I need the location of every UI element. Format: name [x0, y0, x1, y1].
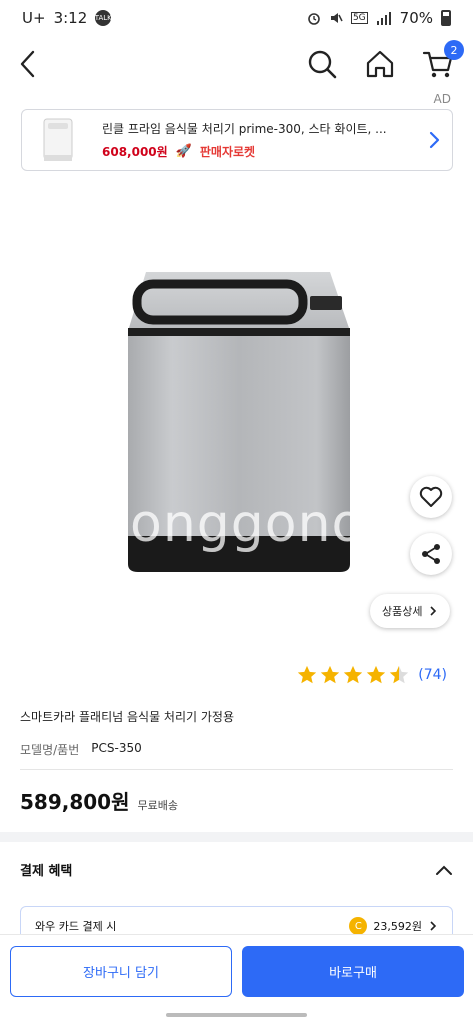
battery-percent: 70% — [399, 9, 433, 27]
section-separator — [0, 832, 473, 842]
chevron-right-icon — [429, 131, 440, 149]
cashback-coin-icon: C — [349, 917, 368, 935]
rocket-icon: 🚀 — [175, 144, 192, 159]
star-rating — [296, 664, 410, 686]
buy-now-button[interactable]: 바로구매 — [242, 946, 464, 997]
payment-benefit-title: 결제 혜택 — [20, 864, 73, 879]
add-to-cart-button[interactable]: 장바구니 담기 — [10, 946, 232, 997]
status-bar: U+ 3:12 TALK 5G 70% — [0, 0, 473, 36]
share-button[interactable] — [410, 533, 452, 575]
home-button[interactable] — [360, 44, 400, 84]
product-detail-label: 상품상세 — [382, 605, 423, 618]
status-left: U+ 3:12 TALK — [22, 9, 112, 27]
price-row: 589,800원 무료배송 — [20, 786, 178, 815]
battery-icon — [441, 10, 451, 26]
review-count[interactable]: (74) — [418, 667, 447, 683]
card-benefit-value-group: C 23,592원 — [349, 917, 438, 935]
card-benefit-value: 23,592원 — [373, 920, 422, 933]
cart-count-badge: 2 — [444, 40, 464, 60]
product-detail-button[interactable]: 상품상세 — [370, 594, 451, 628]
signal-icon — [376, 12, 391, 25]
share-icon — [422, 544, 440, 564]
product-price: 589,800원 — [20, 790, 130, 814]
ad-product-thumbnail — [30, 112, 86, 168]
chevron-up-icon[interactable] — [435, 864, 453, 876]
back-button[interactable] — [8, 44, 48, 84]
seller-rocket-label: 판매자로켓 — [199, 145, 256, 159]
talk-badge: TALK — [95, 10, 112, 26]
home-icon — [366, 50, 394, 78]
ad-price-row: 608,000원 🚀 판매자로켓 — [102, 143, 424, 160]
status-right: 5G 70% — [307, 9, 451, 27]
ad-text: 린클 프라임 음식물 처리기 prime-300, 스타 화이트, ... 60… — [102, 120, 424, 160]
ad-label: AD — [433, 92, 451, 106]
payment-benefit-header[interactable]: 결제 혜택 — [20, 860, 453, 879]
ad-banner[interactable]: 린클 프라임 음식물 처리기 prime-300, 스타 화이트, ... 60… — [21, 109, 453, 171]
chevron-right-icon — [430, 606, 437, 616]
rating[interactable]: (74) — [296, 664, 447, 686]
mute-icon — [330, 13, 343, 23]
back-arrow-icon — [20, 50, 35, 78]
search-button[interactable] — [302, 44, 342, 84]
card-benefit-label: 와우 카드 결제 시 — [35, 920, 117, 933]
star-icon — [344, 665, 363, 684]
star-icon — [367, 665, 386, 684]
alarm-icon — [308, 13, 320, 25]
carrier: U+ — [22, 9, 46, 27]
ad-price: 608,000원 — [102, 145, 168, 159]
ad-title: 린클 프라임 음식물 처리기 prime-300, 스타 화이트, ... — [102, 122, 387, 136]
clock: 3:12 — [53, 9, 88, 27]
watermark-text: onggono — [130, 494, 365, 554]
shipping-info: 무료배송 — [137, 799, 178, 812]
star-icon — [321, 665, 340, 684]
product-image — [128, 272, 350, 572]
model-row: 모델명/품번 PCS-350 — [20, 741, 142, 758]
heart-icon — [419, 486, 443, 507]
app-header: 2 — [0, 36, 473, 92]
home-indicator[interactable] — [166, 1013, 307, 1017]
product-title: 스마트카라 플래티넘 음식물 처리기 가정용 — [20, 710, 234, 724]
star-icon — [298, 665, 317, 684]
chevron-right-icon — [430, 921, 437, 931]
model-label: 모델명/품번 — [20, 743, 80, 757]
network-indicator: 5G — [350, 12, 368, 24]
cart-button[interactable]: 2 — [418, 40, 464, 84]
wishlist-button[interactable] — [410, 476, 452, 518]
divider — [20, 769, 453, 770]
bottom-action-bar: 장바구니 담기 바로구매 — [0, 934, 473, 1024]
star-icon — [390, 665, 409, 684]
search-icon — [308, 50, 337, 79]
model-value: PCS-350 — [91, 741, 142, 755]
product-image-area[interactable]: onggono 상품상세 — [0, 176, 473, 656]
